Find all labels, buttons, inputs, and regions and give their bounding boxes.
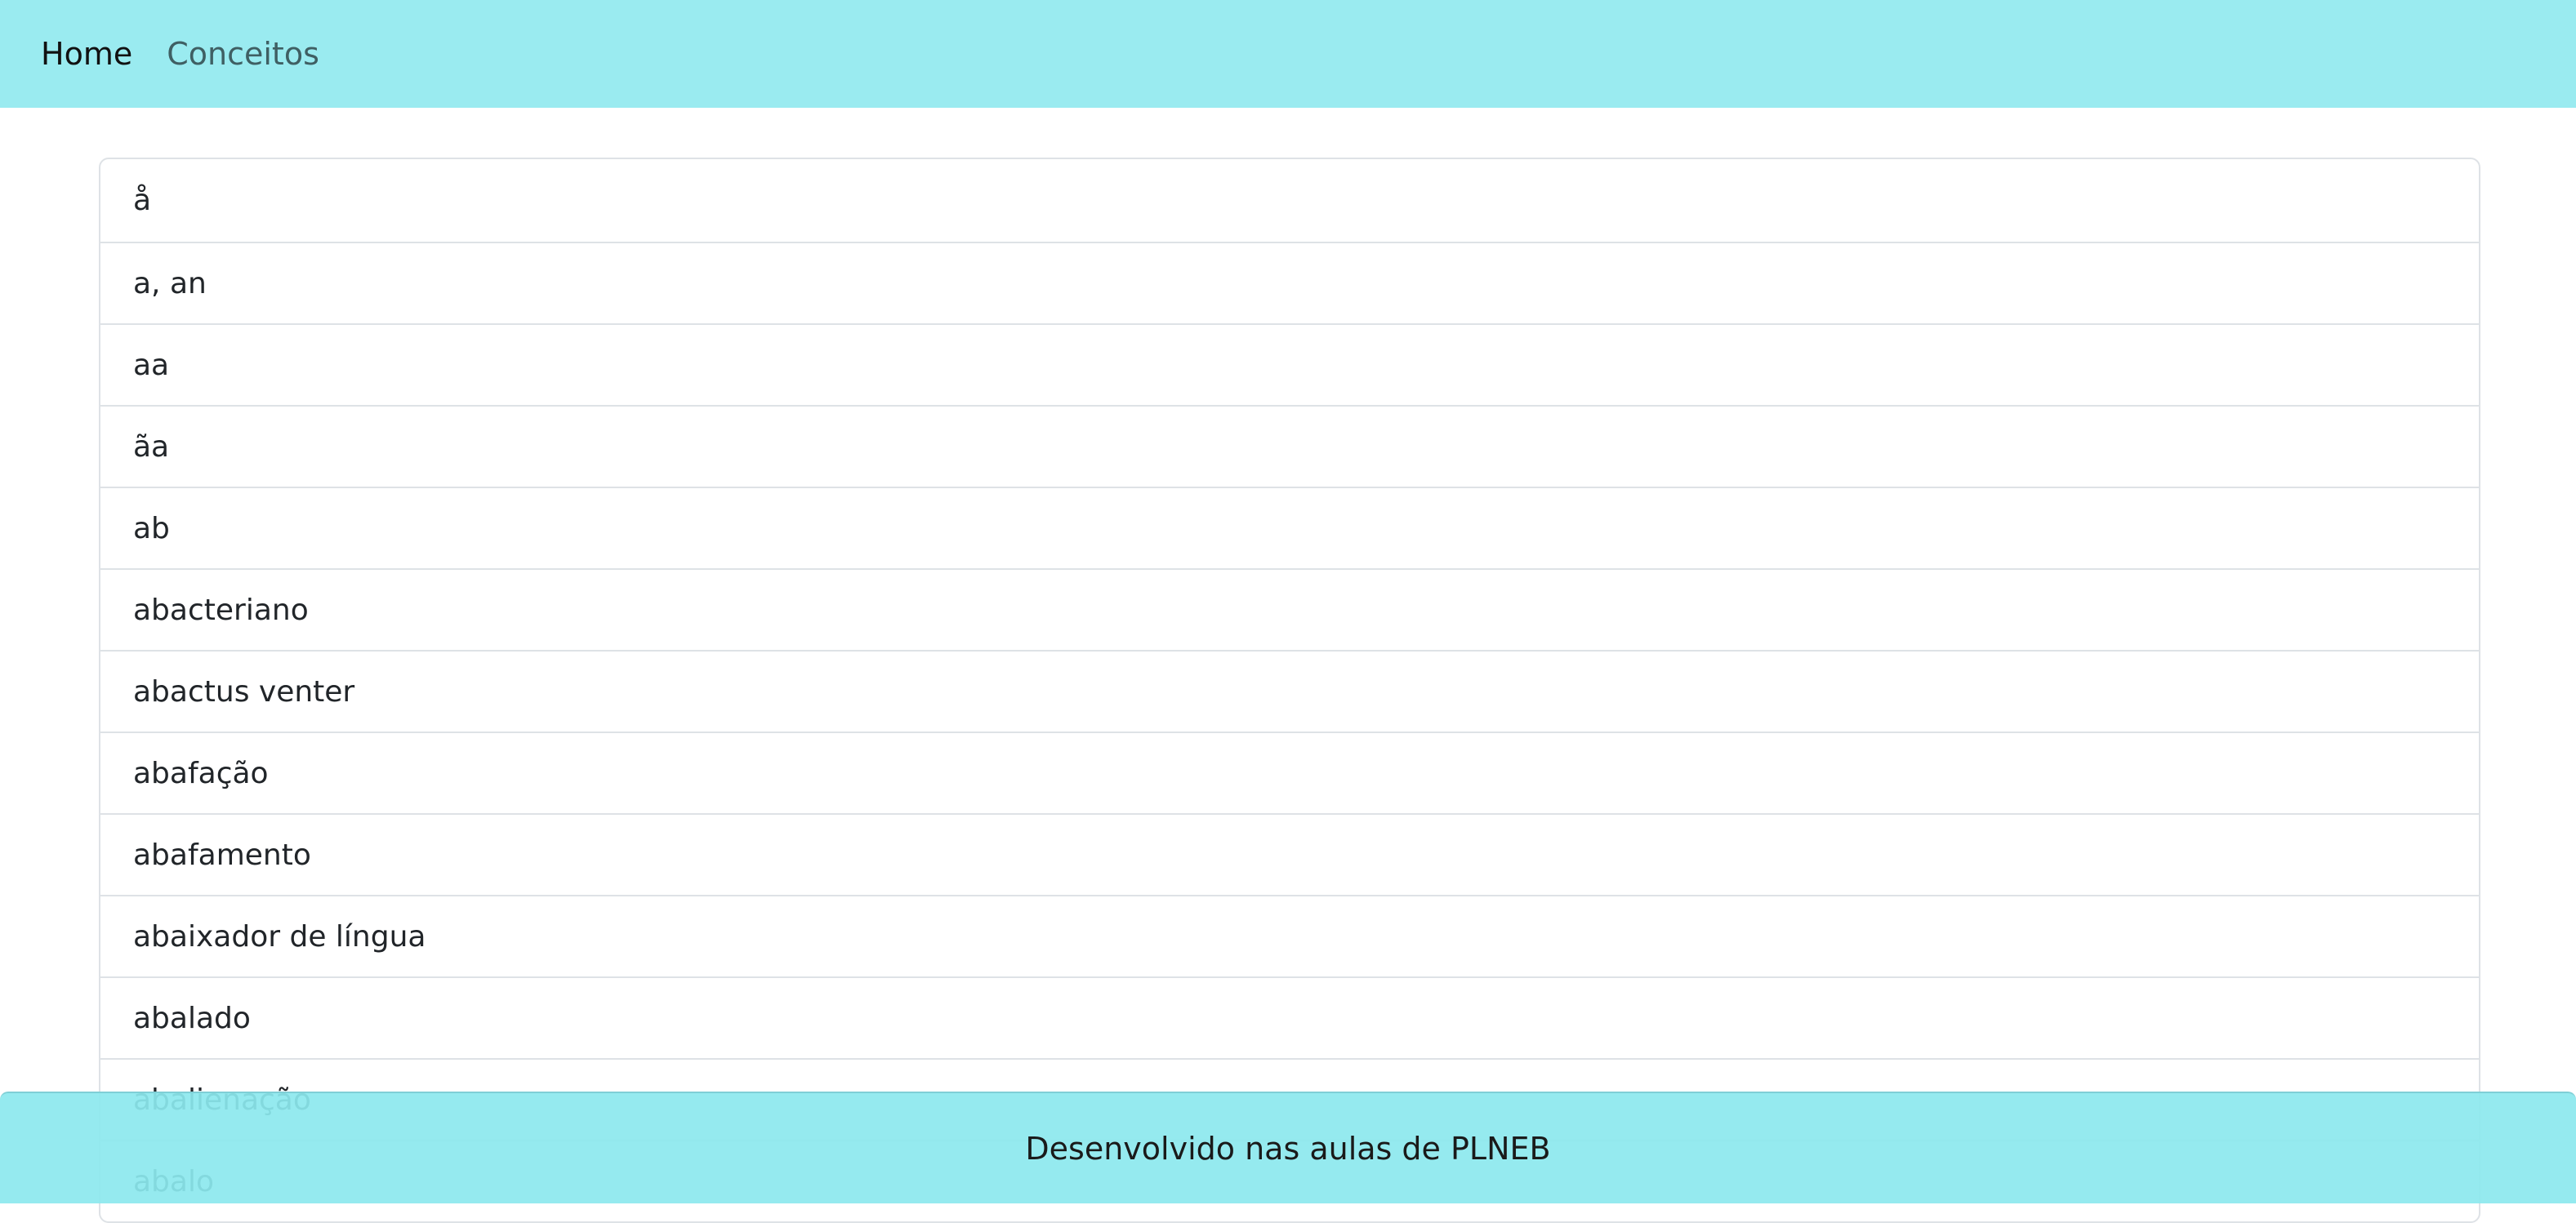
list-item[interactable]: abactus venter (100, 650, 2479, 732)
terms-list: å a, an aa ãa ab abacteriano abactus ven… (99, 158, 2480, 1223)
list-item[interactable]: abaixador de língua (100, 895, 2479, 976)
list-item[interactable]: abafação (100, 732, 2479, 813)
nav-home-link[interactable]: Home (41, 36, 132, 72)
list-item[interactable]: aa (100, 323, 2479, 405)
top-navbar: Home Conceitos (0, 0, 2576, 108)
footer: Desenvolvido nas aulas de PLNEB (0, 1092, 2576, 1203)
list-item[interactable]: a, an (100, 242, 2479, 323)
list-item[interactable]: ãa (100, 405, 2479, 487)
footer-text: Desenvolvido nas aulas de PLNEB (1025, 1130, 1551, 1167)
list-item[interactable]: å (100, 159, 2479, 242)
list-item[interactable]: abalado (100, 976, 2479, 1058)
list-item[interactable]: abacteriano (100, 568, 2479, 650)
list-item[interactable]: abafamento (100, 813, 2479, 895)
nav-conceitos-link[interactable]: Conceitos (167, 36, 319, 72)
list-item[interactable]: ab (100, 487, 2479, 568)
